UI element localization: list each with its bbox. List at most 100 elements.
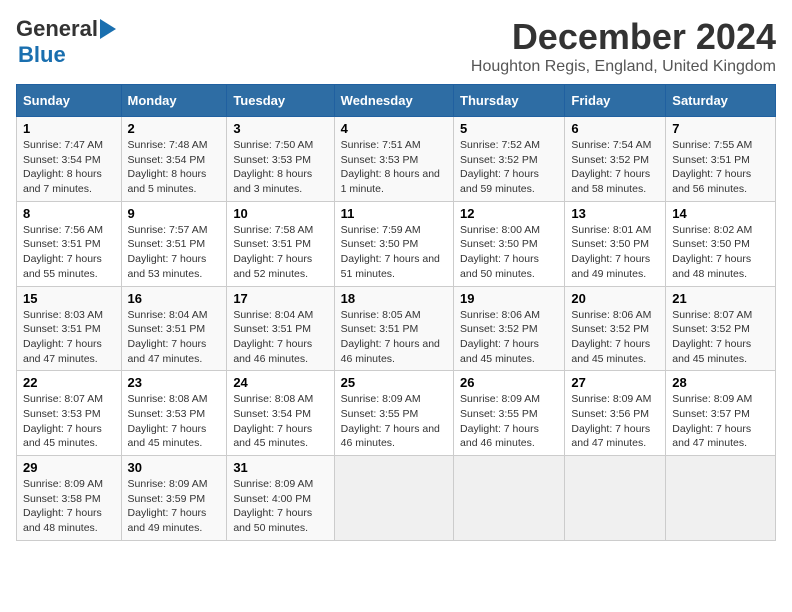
day-number: 13: [571, 206, 659, 221]
day-number: 6: [571, 121, 659, 136]
table-row: 16 Sunrise: 8:04 AMSunset: 3:51 PMDaylig…: [121, 286, 227, 371]
day-number: 17: [233, 291, 327, 306]
day-number: 7: [672, 121, 769, 136]
day-number: 5: [460, 121, 558, 136]
table-row: 20 Sunrise: 8:06 AMSunset: 3:52 PMDaylig…: [565, 286, 666, 371]
day-number: 16: [128, 291, 221, 306]
logo: General Blue: [16, 16, 116, 68]
table-row: 24 Sunrise: 8:08 AMSunset: 3:54 PMDaylig…: [227, 371, 334, 456]
day-info: Sunrise: 7:58 AMSunset: 3:51 PMDaylight:…: [233, 224, 313, 280]
day-info: Sunrise: 7:56 AMSunset: 3:51 PMDaylight:…: [23, 224, 103, 280]
table-row: 22 Sunrise: 8:07 AMSunset: 3:53 PMDaylig…: [17, 371, 122, 456]
day-info: Sunrise: 7:57 AMSunset: 3:51 PMDaylight:…: [128, 224, 208, 280]
day-number: 14: [672, 206, 769, 221]
day-info: Sunrise: 7:50 AMSunset: 3:53 PMDaylight:…: [233, 139, 313, 195]
day-info: Sunrise: 8:02 AMSunset: 3:50 PMDaylight:…: [672, 224, 752, 280]
calendar-week-2: 8 Sunrise: 7:56 AMSunset: 3:51 PMDayligh…: [17, 201, 776, 286]
day-info: Sunrise: 8:07 AMSunset: 3:53 PMDaylight:…: [23, 393, 103, 449]
table-row: 12 Sunrise: 8:00 AMSunset: 3:50 PMDaylig…: [454, 201, 565, 286]
day-number: 28: [672, 375, 769, 390]
calendar-week-1: 1 Sunrise: 7:47 AMSunset: 3:54 PMDayligh…: [17, 117, 776, 202]
day-info: Sunrise: 7:51 AMSunset: 3:53 PMDaylight:…: [341, 139, 440, 195]
col-friday: Friday: [565, 85, 666, 117]
logo-part2: Blue: [18, 42, 66, 67]
table-row: 13 Sunrise: 8:01 AMSunset: 3:50 PMDaylig…: [565, 201, 666, 286]
day-number: 24: [233, 375, 327, 390]
day-number: 23: [128, 375, 221, 390]
table-row: 11 Sunrise: 7:59 AMSunset: 3:50 PMDaylig…: [334, 201, 453, 286]
day-number: 31: [233, 460, 327, 475]
day-number: 18: [341, 291, 447, 306]
month-title: December 2024: [471, 16, 776, 58]
day-info: Sunrise: 8:09 AMSunset: 4:00 PMDaylight:…: [233, 478, 313, 534]
location-title: Houghton Regis, England, United Kingdom: [471, 58, 776, 76]
day-info: Sunrise: 7:59 AMSunset: 3:50 PMDaylight:…: [341, 224, 440, 280]
day-number: 1: [23, 121, 115, 136]
table-row: 6 Sunrise: 7:54 AMSunset: 3:52 PMDayligh…: [565, 117, 666, 202]
day-info: Sunrise: 8:06 AMSunset: 3:52 PMDaylight:…: [571, 309, 651, 365]
calendar-week-5: 29 Sunrise: 8:09 AMSunset: 3:58 PMDaylig…: [17, 456, 776, 541]
table-row: 31 Sunrise: 8:09 AMSunset: 4:00 PMDaylig…: [227, 456, 334, 541]
table-row: [666, 456, 776, 541]
col-sunday: Sunday: [17, 85, 122, 117]
col-monday: Monday: [121, 85, 227, 117]
table-row: [454, 456, 565, 541]
day-number: 20: [571, 291, 659, 306]
day-info: Sunrise: 8:03 AMSunset: 3:51 PMDaylight:…: [23, 309, 103, 365]
logo-part1: General: [16, 16, 98, 42]
table-row: 2 Sunrise: 7:48 AMSunset: 3:54 PMDayligh…: [121, 117, 227, 202]
table-row: 30 Sunrise: 8:09 AMSunset: 3:59 PMDaylig…: [121, 456, 227, 541]
table-row: 1 Sunrise: 7:47 AMSunset: 3:54 PMDayligh…: [17, 117, 122, 202]
table-row: 29 Sunrise: 8:09 AMSunset: 3:58 PMDaylig…: [17, 456, 122, 541]
day-number: 2: [128, 121, 221, 136]
table-row: 4 Sunrise: 7:51 AMSunset: 3:53 PMDayligh…: [334, 117, 453, 202]
table-row: 26 Sunrise: 8:09 AMSunset: 3:55 PMDaylig…: [454, 371, 565, 456]
day-number: 15: [23, 291, 115, 306]
day-info: Sunrise: 7:47 AMSunset: 3:54 PMDaylight:…: [23, 139, 103, 195]
table-row: 23 Sunrise: 8:08 AMSunset: 3:53 PMDaylig…: [121, 371, 227, 456]
title-area: December 2024 Houghton Regis, England, U…: [471, 16, 776, 76]
day-number: 10: [233, 206, 327, 221]
day-info: Sunrise: 8:09 AMSunset: 3:59 PMDaylight:…: [128, 478, 208, 534]
day-info: Sunrise: 8:09 AMSunset: 3:57 PMDaylight:…: [672, 393, 752, 449]
table-row: [334, 456, 453, 541]
day-info: Sunrise: 8:08 AMSunset: 3:53 PMDaylight:…: [128, 393, 208, 449]
table-row: 28 Sunrise: 8:09 AMSunset: 3:57 PMDaylig…: [666, 371, 776, 456]
table-row: 5 Sunrise: 7:52 AMSunset: 3:52 PMDayligh…: [454, 117, 565, 202]
day-info: Sunrise: 8:09 AMSunset: 3:58 PMDaylight:…: [23, 478, 103, 534]
day-number: 27: [571, 375, 659, 390]
day-number: 21: [672, 291, 769, 306]
day-number: 30: [128, 460, 221, 475]
col-saturday: Saturday: [666, 85, 776, 117]
day-number: 26: [460, 375, 558, 390]
day-number: 9: [128, 206, 221, 221]
table-row: [565, 456, 666, 541]
day-number: 4: [341, 121, 447, 136]
day-info: Sunrise: 8:01 AMSunset: 3:50 PMDaylight:…: [571, 224, 651, 280]
calendar-week-4: 22 Sunrise: 8:07 AMSunset: 3:53 PMDaylig…: [17, 371, 776, 456]
calendar-week-3: 15 Sunrise: 8:03 AMSunset: 3:51 PMDaylig…: [17, 286, 776, 371]
table-row: 10 Sunrise: 7:58 AMSunset: 3:51 PMDaylig…: [227, 201, 334, 286]
day-info: Sunrise: 8:06 AMSunset: 3:52 PMDaylight:…: [460, 309, 540, 365]
table-row: 15 Sunrise: 8:03 AMSunset: 3:51 PMDaylig…: [17, 286, 122, 371]
day-number: 3: [233, 121, 327, 136]
day-info: Sunrise: 8:00 AMSunset: 3:50 PMDaylight:…: [460, 224, 540, 280]
col-wednesday: Wednesday: [334, 85, 453, 117]
day-number: 22: [23, 375, 115, 390]
day-info: Sunrise: 8:09 AMSunset: 3:55 PMDaylight:…: [341, 393, 440, 449]
table-row: 18 Sunrise: 8:05 AMSunset: 3:51 PMDaylig…: [334, 286, 453, 371]
table-row: 8 Sunrise: 7:56 AMSunset: 3:51 PMDayligh…: [17, 201, 122, 286]
calendar-table: Sunday Monday Tuesday Wednesday Thursday…: [16, 84, 776, 541]
day-number: 29: [23, 460, 115, 475]
col-tuesday: Tuesday: [227, 85, 334, 117]
table-row: 27 Sunrise: 8:09 AMSunset: 3:56 PMDaylig…: [565, 371, 666, 456]
day-info: Sunrise: 8:09 AMSunset: 3:55 PMDaylight:…: [460, 393, 540, 449]
table-row: 9 Sunrise: 7:57 AMSunset: 3:51 PMDayligh…: [121, 201, 227, 286]
day-info: Sunrise: 8:04 AMSunset: 3:51 PMDaylight:…: [128, 309, 208, 365]
day-info: Sunrise: 7:55 AMSunset: 3:51 PMDaylight:…: [672, 139, 752, 195]
col-thursday: Thursday: [454, 85, 565, 117]
logo-arrow-icon: [100, 19, 116, 39]
table-row: 7 Sunrise: 7:55 AMSunset: 3:51 PMDayligh…: [666, 117, 776, 202]
table-row: 19 Sunrise: 8:06 AMSunset: 3:52 PMDaylig…: [454, 286, 565, 371]
day-info: Sunrise: 7:54 AMSunset: 3:52 PMDaylight:…: [571, 139, 651, 195]
